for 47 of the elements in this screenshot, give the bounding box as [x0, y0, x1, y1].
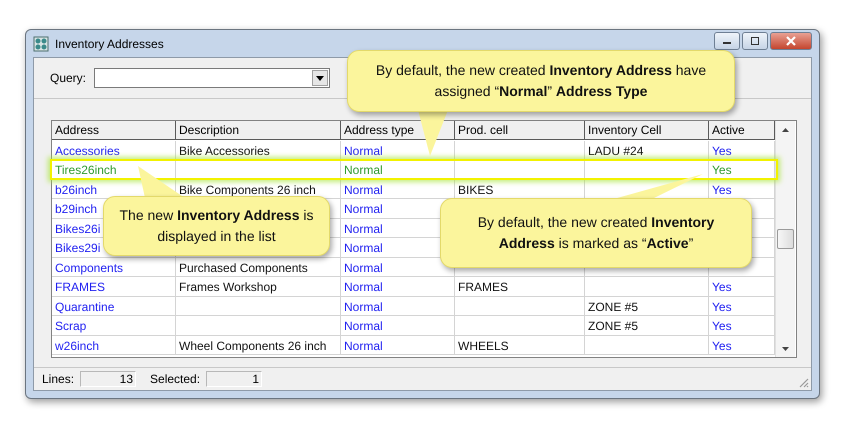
close-button[interactable]: [770, 32, 812, 50]
selected-count: 1: [206, 371, 262, 387]
table-cell: Frames Workshop: [176, 277, 341, 296]
table-cell: FRAMES: [52, 277, 176, 296]
maximize-button[interactable]: [742, 32, 768, 50]
table-cell: Purchased Components: [176, 258, 341, 277]
callout-note: By default, the new created Inventory Address have assigned “Normal” Address Type: [347, 50, 735, 112]
query-label: Query:: [50, 71, 86, 85]
column-header[interactable]: Active: [709, 121, 775, 140]
table-cell: Normal: [341, 336, 455, 355]
table-cell: Bike Accessories: [176, 140, 341, 160]
column-header[interactable]: Address: [52, 121, 176, 140]
column-header[interactable]: Description: [176, 121, 341, 140]
scroll-down-arrow-icon: [782, 346, 789, 350]
table-cell: Quarantine: [52, 296, 176, 316]
column-header[interactable]: Prod. cell: [455, 121, 585, 140]
table-cell: ZONE #5: [585, 296, 709, 316]
window-title: Inventory Addresses: [55, 36, 165, 50]
close-icon: [785, 36, 797, 46]
resize-grip-icon[interactable]: [797, 376, 809, 388]
table-cell: Components: [52, 258, 176, 277]
scroll-up-arrow-icon: [782, 128, 789, 132]
gear-cluster-icon: [33, 36, 49, 52]
lines-count: 13: [80, 371, 136, 387]
scroll-thumb[interactable]: [777, 229, 794, 249]
lines-label: Lines:: [42, 372, 74, 386]
dropdown-arrow-icon: [316, 76, 324, 80]
table-cell: w26inch: [52, 336, 176, 355]
table-cell: Normal: [341, 316, 455, 336]
column-header[interactable]: Inventory Cell: [585, 121, 709, 140]
maximize-icon: [750, 36, 760, 44]
table-cell: Normal: [341, 160, 455, 180]
selected-label: Selected:: [150, 372, 200, 386]
table-cell: Accessories: [52, 140, 176, 160]
table-cell: Scrap: [52, 316, 176, 336]
table-cell: Normal: [341, 180, 455, 199]
table-cell: Normal: [341, 296, 455, 316]
table-cell: Normal: [341, 277, 455, 296]
scrollbar[interactable]: [775, 121, 795, 357]
table-cell: WHEELS: [455, 336, 585, 355]
table-cell: Wheel Components 26 inch: [176, 336, 341, 355]
table-cell: ZONE #5: [585, 316, 709, 336]
table-cell: FRAMES: [455, 277, 585, 296]
minimize-button[interactable]: [714, 32, 740, 50]
callout-pointer: [418, 110, 448, 156]
table-cell: LADU #24: [585, 140, 709, 160]
query-dropdown[interactable]: [94, 68, 330, 88]
